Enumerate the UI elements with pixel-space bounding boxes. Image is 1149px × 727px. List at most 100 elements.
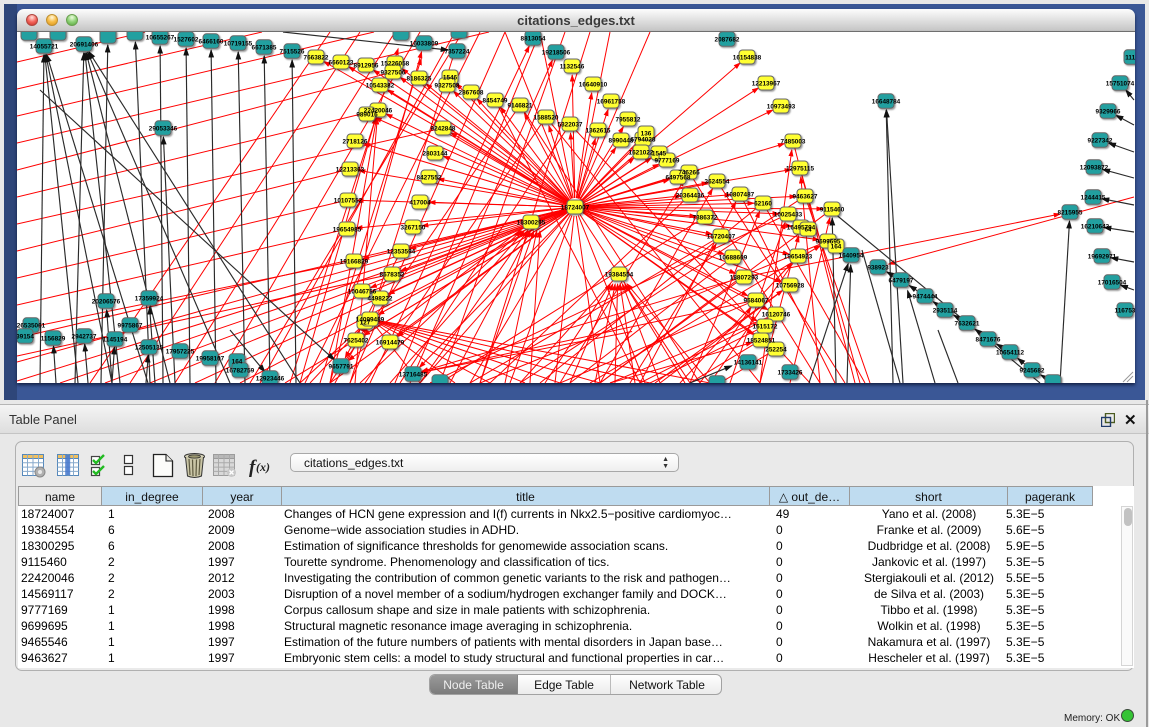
- svg-text:938923: 938923: [867, 264, 889, 271]
- svg-text:1362615: 1362615: [586, 127, 611, 134]
- svg-text:17359924: 17359924: [135, 295, 164, 302]
- svg-text:8678352: 8678352: [380, 271, 405, 278]
- svg-text:18807293: 18807293: [730, 274, 759, 281]
- svg-text:8454749: 8454749: [483, 97, 508, 104]
- svg-text:7386372: 7386372: [693, 214, 718, 221]
- svg-text:2718126: 2718126: [343, 138, 368, 145]
- svg-text:20206576: 20206576: [92, 298, 121, 305]
- svg-text:7625402: 7625402: [344, 337, 369, 344]
- svg-text:2087682: 2087682: [715, 36, 740, 43]
- svg-text:164: 164: [232, 358, 243, 365]
- svg-text:1545: 1545: [652, 150, 667, 157]
- svg-text:1588520: 1588520: [534, 114, 559, 121]
- svg-text:10973493: 10973493: [767, 103, 796, 110]
- svg-text:19384554: 19384554: [605, 271, 634, 278]
- svg-text:9474444: 9474444: [913, 293, 938, 300]
- svg-text:3624554: 3624554: [705, 178, 730, 185]
- svg-text:14136141: 14136141: [734, 359, 763, 366]
- svg-text:2935114: 2935114: [933, 307, 958, 314]
- svg-text:12093872: 12093872: [1080, 164, 1109, 171]
- svg-text:10719155: 10719155: [224, 40, 253, 47]
- svg-text:12923446: 12923446: [256, 375, 285, 382]
- svg-text:14055721: 14055721: [30, 43, 59, 50]
- svg-text:10807487: 10807487: [726, 191, 755, 198]
- svg-text:2942737: 2942737: [72, 333, 97, 340]
- svg-text:16961758: 16961758: [597, 98, 626, 105]
- svg-text:17957225: 17957225: [166, 348, 195, 355]
- svg-text:15720407: 15720407: [707, 233, 736, 240]
- svg-text:6671385: 6671385: [252, 44, 277, 51]
- svg-text:6479197: 6479197: [889, 277, 914, 284]
- svg-text:8186325: 8186325: [407, 75, 432, 82]
- svg-text:9245682: 9245682: [1020, 367, 1045, 374]
- svg-text:10046756: 10046756: [348, 288, 377, 295]
- svg-text:989016: 989016: [356, 111, 378, 118]
- svg-text:17016504: 17016504: [1098, 279, 1127, 286]
- svg-text:1132546: 1132546: [560, 63, 585, 70]
- svg-text:26535061: 26535061: [17, 322, 46, 329]
- svg-text:18724007: 18724007: [561, 204, 590, 211]
- svg-text:10688609: 10688609: [719, 254, 748, 261]
- svg-text:1527602: 1527602: [174, 36, 199, 43]
- svg-text:9777169: 9777169: [655, 157, 680, 164]
- svg-text:9463627: 9463627: [793, 193, 818, 200]
- svg-text:8215955: 8215955: [1058, 209, 1083, 216]
- svg-text:116753: 116753: [1115, 307, 1135, 314]
- svg-text:9115460: 9115460: [820, 206, 845, 213]
- svg-text:6466160: 6466160: [199, 38, 224, 45]
- svg-text:9327506: 9327506: [381, 69, 406, 76]
- svg-text:7955812: 7955812: [616, 116, 641, 123]
- svg-text:1145194: 1145194: [103, 336, 128, 343]
- svg-text:14099489: 14099489: [356, 316, 385, 323]
- svg-text:10025433: 10025433: [774, 211, 803, 218]
- svg-text:18300295: 18300295: [517, 219, 546, 226]
- svg-text:16033809: 16033809: [410, 40, 439, 47]
- svg-text:16648784: 16648784: [872, 98, 901, 105]
- svg-text:1546: 1546: [443, 74, 458, 81]
- svg-text:19218506: 19218506: [542, 49, 571, 56]
- svg-text:10107552: 10107552: [334, 197, 363, 204]
- svg-text:16120746: 16120746: [762, 311, 791, 318]
- svg-text:12505135: 12505135: [135, 344, 164, 351]
- svg-text:2867608: 2867608: [459, 89, 484, 96]
- svg-text:2803144: 2803144: [423, 150, 448, 157]
- svg-text:10655267: 10655267: [146, 34, 175, 41]
- svg-text:252254: 252254: [765, 346, 787, 353]
- svg-text:13716485: 13716485: [399, 371, 428, 378]
- svg-text:1156829: 1156829: [41, 335, 66, 342]
- svg-text:9146821: 9146821: [508, 102, 533, 109]
- svg-text:6660123: 6660123: [329, 59, 354, 66]
- svg-text:1615172: 1615172: [753, 323, 778, 330]
- svg-text:6794028: 6794028: [631, 136, 656, 143]
- svg-text:7357224: 7357224: [445, 48, 470, 55]
- svg-text:16154838: 16154838: [733, 54, 762, 61]
- svg-text:16782759: 16782759: [226, 367, 255, 374]
- svg-text:12213967: 12213967: [752, 80, 781, 87]
- svg-text:7632621: 7632621: [955, 320, 980, 327]
- svg-text:20691406: 20691406: [70, 41, 99, 48]
- svg-text:39154: 39154: [17, 333, 34, 340]
- svg-text:3267150: 3267150: [401, 224, 426, 231]
- svg-text:4498222: 4498222: [368, 295, 393, 302]
- svg-text:9242848: 9242848: [431, 125, 456, 132]
- svg-text:5322037: 5322037: [558, 121, 583, 128]
- svg-text:9329966: 9329966: [1096, 108, 1121, 115]
- svg-text:9657791: 9657791: [329, 363, 354, 370]
- svg-text:1621022: 1621022: [629, 149, 654, 156]
- svg-text:136: 136: [641, 130, 652, 137]
- svg-text:15226058: 15226058: [381, 60, 410, 67]
- svg-text:9327508: 9327508: [435, 82, 460, 89]
- svg-text:12353594: 12353594: [387, 248, 416, 255]
- svg-text:16210643: 16210643: [1081, 223, 1110, 230]
- svg-text:18524851: 18524851: [747, 337, 776, 344]
- svg-text:9684067: 9684067: [744, 297, 769, 304]
- svg-text:19166829: 19166829: [340, 258, 369, 265]
- svg-text:64: 64: [804, 226, 812, 233]
- svg-text:10654112: 10654112: [996, 349, 1025, 356]
- svg-text:417004: 417004: [409, 199, 431, 206]
- svg-text:20364436: 20364436: [676, 192, 705, 199]
- svg-text:8912956: 8912956: [354, 62, 379, 69]
- svg-text:7485003: 7485003: [781, 138, 806, 145]
- svg-text:(x): (x): [256, 460, 270, 474]
- svg-text:19654985: 19654985: [333, 226, 362, 233]
